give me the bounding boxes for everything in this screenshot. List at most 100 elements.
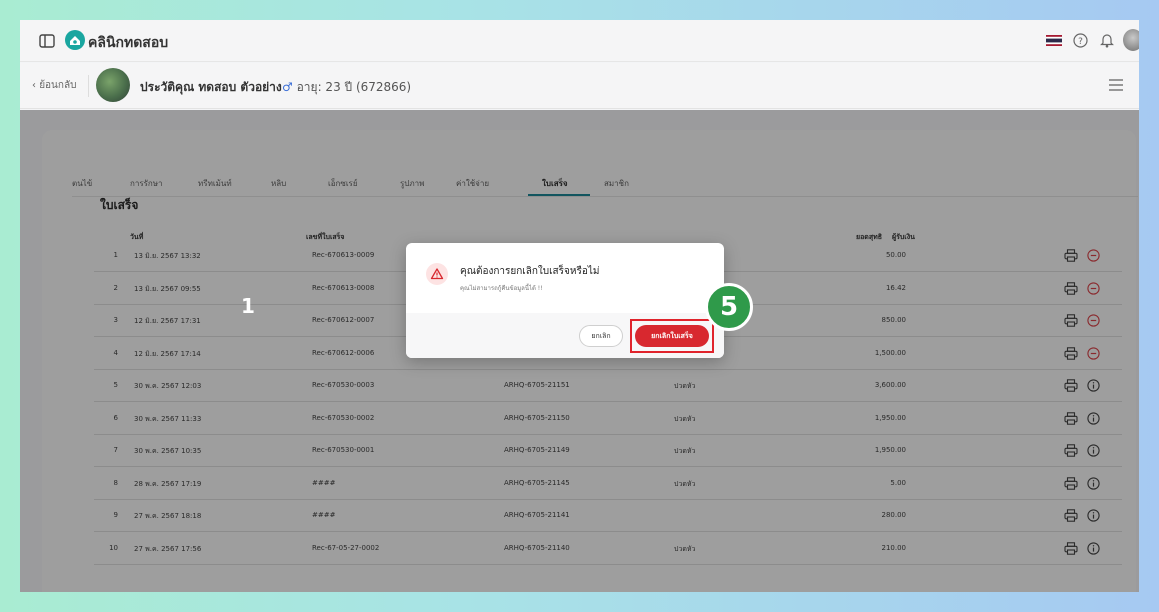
back-link[interactable]: ‹ ย้อนกลับ: [32, 78, 76, 93]
row-amount: 16.42: [885, 283, 906, 292]
row-marker: 1: [241, 294, 255, 318]
content-panel: ตนไข้ การรักษา ทรีทเม้นท์ หลิบ เอ็กซเรย์…: [42, 130, 1138, 592]
dialog-body: คุณต้องการยกเลิกใบเสร็จหรือไม่ คุณไม่สาม…: [406, 243, 724, 313]
info-circle-icon[interactable]: [1087, 379, 1100, 392]
row-amount: 5.00: [890, 478, 906, 487]
print-icon[interactable]: [1064, 411, 1078, 425]
row-reference: ARHQ-6705-21151: [504, 381, 570, 389]
row-amount: 3,600.00: [874, 381, 906, 389]
clinic-logo-icon: [65, 30, 85, 50]
tab-slip[interactable]: หลิบ: [271, 177, 286, 190]
sidebar-icon[interactable]: [39, 34, 55, 48]
cancel-receipt-dialog: คุณต้องการยกเลิกใบเสร็จหรือไม่ คุณไม่สาม…: [406, 243, 724, 358]
row-receipt-number: Rec-670613-0009: [312, 251, 375, 259]
tab-receipts[interactable]: ใบเสร็จ: [542, 177, 568, 190]
row-date: 30 พ.ค. 2567 12:03: [134, 382, 202, 390]
cancel-circle-icon[interactable]: [1087, 314, 1100, 327]
section-title: ใบเสร็จ: [100, 198, 139, 212]
dialog-footer: ยกเลิก ยกเลิกใบเสร็จ: [406, 313, 724, 358]
info-circle-icon[interactable]: [1087, 476, 1100, 490]
table-row[interactable]: 8 28 พ.ค. 2567 17:19 #### ARHQ-6705-21145 ปว…: [94, 468, 1122, 500]
row-number: 1: [113, 251, 118, 259]
svg-text:?: ?: [1078, 37, 1083, 47]
row-note: ปวดหัว: [674, 382, 696, 390]
thai-flag-icon[interactable]: [1046, 35, 1062, 46]
row-receipt-number: Rec-670530-0001: [312, 446, 375, 454]
app-title: คลินิกทดสอบ: [88, 35, 169, 51]
row-note: ปวดหัว: [674, 544, 696, 553]
info-circle-icon[interactable]: [1087, 541, 1100, 555]
user-avatar[interactable]: [1123, 29, 1139, 51]
tabs-divider: [72, 196, 1138, 197]
print-icon[interactable]: [1064, 281, 1078, 295]
dialog-title: คุณต้องการยกเลิกใบเสร็จหรือไม่: [460, 266, 600, 277]
row-amount: 210.00: [881, 543, 907, 552]
info-circle-icon[interactable]: [1087, 411, 1100, 425]
table-row[interactable]: 6 30 พ.ค. 2567 11:33 Rec-670530-0002 ARHQ-6…: [94, 403, 1122, 435]
info-circle-icon[interactable]: [1087, 509, 1100, 522]
row-date: 12 มิ.ย. 2567 17:14: [134, 349, 201, 358]
confirm-cancel-receipt-button[interactable]: ยกเลิกใบเสร็จ: [635, 325, 709, 347]
row-date: 27 พ.ค. 2567 18:18: [134, 512, 202, 520]
row-date: 28 พ.ค. 2567 17:19: [134, 479, 202, 488]
tab-expenses[interactable]: ค่าใช้จ่าย: [456, 177, 489, 190]
print-icon[interactable]: [1064, 249, 1078, 262]
help-icon[interactable]: ?: [1073, 33, 1088, 48]
table-row[interactable]: 9 27 พ.ค. 2567 18:18 #### ARHQ-6705-21141 28…: [94, 500, 1122, 532]
tab-images[interactable]: รูปภาพ: [400, 177, 424, 190]
cancel-circle-icon[interactable]: [1087, 346, 1100, 360]
row-receipt-number: Rec-670612-0007: [312, 316, 375, 324]
row-number: 9: [113, 511, 118, 519]
row-date: 13 มิ.ย. 2567 09:55: [134, 284, 201, 293]
row-note: ปวดหัว: [674, 447, 696, 455]
tab-treatment-course[interactable]: ทรีทเม้นท์: [198, 177, 232, 190]
print-icon[interactable]: [1064, 476, 1078, 490]
patient-name: ประวัติคุณ ทดสอบ ตัวอย่าง: [140, 80, 282, 94]
divider: [88, 75, 89, 97]
tab-xray[interactable]: เอ็กซเรย์: [328, 177, 358, 190]
cancel-circle-icon[interactable]: [1087, 249, 1100, 262]
row-reference: ARHQ-6705-21149: [504, 446, 570, 454]
tab-membership[interactable]: สมาชิก: [604, 177, 629, 190]
step-marker: 5: [705, 283, 753, 331]
row-receipt-number: Rec-67-05-27-0002: [312, 543, 380, 552]
menu-icon[interactable]: [1109, 79, 1123, 91]
warning-badge: [426, 263, 448, 285]
row-reference: ARHQ-6705-21140: [504, 543, 570, 552]
patient-age: อายุ: 23 ปี (672866): [296, 80, 412, 94]
row-reference: ARHQ-6705-21150: [504, 413, 570, 422]
row-reference: ARHQ-6705-21141: [504, 511, 570, 519]
tab-treatment[interactable]: การรักษา: [130, 177, 163, 190]
table-row[interactable]: 5 30 พ.ค. 2567 12:03 Rec-670530-0003 ARHQ-6…: [94, 370, 1122, 402]
print-icon[interactable]: [1064, 379, 1078, 392]
patient-avatar: [96, 68, 130, 102]
row-note: ปวดหัว: [674, 414, 696, 423]
print-icon[interactable]: [1064, 346, 1078, 360]
warning-icon: [430, 268, 444, 280]
print-icon[interactable]: [1064, 541, 1078, 555]
cancel-button[interactable]: ยกเลิก: [579, 325, 623, 347]
table-row[interactable]: 7 30 พ.ค. 2567 10:35 Rec-670530-0001 ARHQ-6…: [94, 435, 1122, 467]
row-receipt-number: Rec-670530-0002: [312, 413, 375, 422]
table-row[interactable]: 10 27 พ.ค. 2567 17:56 Rec-67-05-27-0002 ARH…: [94, 533, 1122, 565]
bell-icon[interactable]: [1100, 32, 1114, 48]
row-amount: 1,950.00: [874, 446, 906, 454]
row-receipt-number: Rec-670613-0008: [312, 283, 375, 292]
dialog-subtitle: คุณไม่สามารถกู้คืนข้อมูลนี้ได้ !!: [460, 285, 543, 292]
cancel-circle-icon[interactable]: [1087, 281, 1100, 295]
print-icon[interactable]: [1064, 314, 1078, 327]
row-amount: 50.00: [885, 251, 906, 259]
row-date: 12 มิ.ย. 2567 17:31: [134, 317, 201, 325]
row-number: 4: [113, 348, 118, 357]
info-circle-icon[interactable]: [1087, 444, 1100, 457]
patient-header: ‹ ย้อนกลับ ประวัติคุณ ทดสอบ ตัวอย่าง ♂ อ…: [20, 63, 1139, 109]
row-amount: 1,950.00: [874, 413, 906, 422]
row-receipt-number: ####: [312, 511, 336, 519]
row-number: 8: [113, 478, 118, 487]
app-window: คลินิกทดสอบ ? ‹ ย้อนกลับ ประวัติคุณ ทดสอ…: [20, 20, 1139, 592]
row-number: 7: [113, 446, 118, 454]
row-receipt-number: ####: [312, 478, 336, 487]
print-icon[interactable]: [1064, 509, 1078, 522]
print-icon[interactable]: [1064, 444, 1078, 457]
tab-patient[interactable]: ตนไข้: [72, 177, 92, 190]
